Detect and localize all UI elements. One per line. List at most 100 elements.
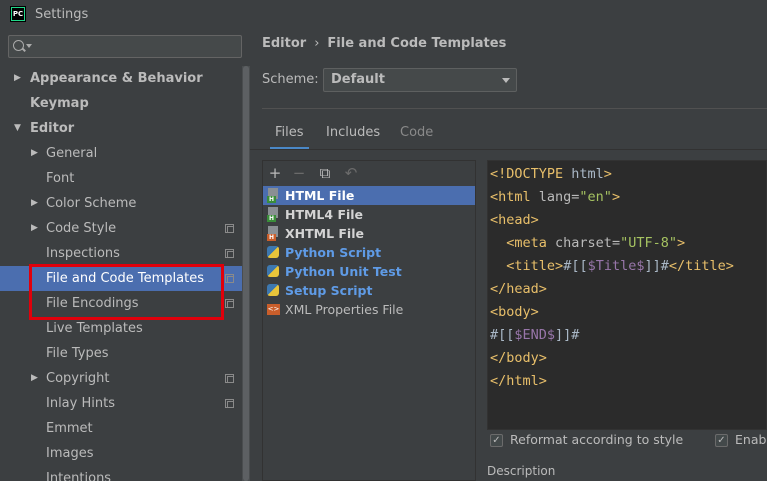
- template-item[interactable]: H XHTML File: [263, 224, 475, 243]
- template-label: Setup Script: [285, 283, 373, 298]
- tab-includes[interactable]: Includes: [326, 120, 380, 150]
- template-code[interactable]: <!DOCTYPE html> <html lang="en"> <head> <m…: [490, 163, 734, 393]
- scheme-label: Scheme:: [262, 72, 319, 87]
- project-scope-icon: [225, 249, 234, 258]
- collapsed-arrow-icon[interactable]: ▶: [31, 191, 43, 216]
- collapsed-arrow-icon[interactable]: ▶: [31, 216, 43, 241]
- python-file-icon: [267, 283, 280, 298]
- sidebar-item-label: Editor: [30, 121, 75, 136]
- sidebar-item-general[interactable]: ▶ General: [0, 141, 242, 166]
- divider: [262, 108, 767, 109]
- project-scope-icon: [225, 274, 234, 283]
- title-bar: PC Settings: [0, 0, 767, 28]
- sidebar-item-label: Images: [46, 446, 94, 461]
- sidebar-item-label: Font: [46, 171, 75, 186]
- window-title: Settings: [35, 6, 89, 22]
- sidebar-item-color-scheme[interactable]: ▶ Color Scheme: [0, 191, 242, 216]
- project-scope-icon: [225, 399, 234, 408]
- sidebar-item-label: File Types: [46, 346, 109, 361]
- sidebar-item-emmet[interactable]: Emmet: [0, 416, 242, 441]
- template-item[interactable]: Setup Script: [263, 281, 475, 300]
- sidebar-item-inlay-hints[interactable]: Inlay Hints: [0, 391, 242, 416]
- html-file-icon: H: [267, 188, 280, 203]
- sidebar-item-label: Inlay Hints: [46, 396, 115, 411]
- settings-content: Editor › File and Code Templates Scheme: D…: [250, 28, 767, 481]
- copy-template-button[interactable]: ⧉: [316, 163, 334, 183]
- project-scope-icon: [225, 224, 234, 233]
- search-icon: [13, 40, 24, 51]
- template-item[interactable]: H HTML File: [263, 186, 475, 205]
- template-label: XHTML File: [285, 226, 364, 241]
- chevron-down-icon[interactable]: [26, 44, 32, 48]
- template-item[interactable]: Python Unit Test: [263, 262, 475, 281]
- sidebar-item-label: Appearance & Behavior: [30, 71, 203, 86]
- sidebar-item-label: Intentions: [46, 471, 112, 481]
- template-options: ✓ Reformat according to style ✓ Enabl: [487, 432, 767, 454]
- sidebar-item-copyright[interactable]: ▶ Copyright: [0, 366, 242, 391]
- template-item[interactable]: H HTML4 File: [263, 205, 475, 224]
- xml-file-icon: <>: [267, 304, 280, 315]
- collapsed-arrow-icon[interactable]: ▶: [14, 66, 26, 91]
- add-template-button[interactable]: +: [266, 163, 284, 183]
- sidebar-item-keymap[interactable]: Keymap: [0, 91, 242, 116]
- template-item[interactable]: Python Script: [263, 243, 475, 262]
- template-label: XML Properties File: [285, 302, 404, 317]
- code-line[interactable]: </head>: [490, 278, 734, 301]
- sidebar-item-images[interactable]: Images: [0, 441, 242, 466]
- project-scope-icon: [225, 374, 234, 383]
- sidebar-item-inspections[interactable]: Inspections: [0, 241, 242, 266]
- code-line[interactable]: </body>: [490, 347, 734, 370]
- template-label: HTML4 File: [285, 207, 364, 222]
- settings-search-input[interactable]: [8, 35, 242, 58]
- reset-template-button[interactable]: ↶: [342, 163, 360, 183]
- template-editor[interactable]: <!DOCTYPE html> <html lang="en"> <head> <m…: [487, 160, 767, 430]
- code-line[interactable]: <html lang="en">: [490, 186, 734, 209]
- sidebar-item-editor[interactable]: ▼ Editor: [0, 116, 242, 141]
- code-line[interactable]: <body>: [490, 301, 734, 324]
- reformat-checkbox[interactable]: ✓: [490, 434, 503, 447]
- sidebar-item-label: Keymap: [30, 96, 89, 111]
- template-item[interactable]: <> XML Properties File: [263, 300, 475, 319]
- template-label: Python Script: [285, 245, 382, 260]
- template-toolbar: + − ⧉ ↶: [263, 161, 475, 185]
- enable-checkbox[interactable]: ✓: [715, 434, 728, 447]
- breadcrumb-current: File and Code Templates: [327, 36, 507, 51]
- collapsed-arrow-icon[interactable]: ▶: [31, 141, 43, 166]
- sidebar-item-label: Color Scheme: [46, 196, 137, 211]
- tab-code[interactable]: Code: [400, 120, 433, 150]
- sidebar-scrollbar[interactable]: [242, 66, 250, 481]
- template-label: Python Unit Test: [285, 264, 402, 279]
- sidebar-item-font[interactable]: Font: [0, 166, 242, 191]
- sidebar-item-file-types[interactable]: File Types: [0, 341, 242, 366]
- python-file-icon: [267, 245, 280, 260]
- code-line[interactable]: </html>: [490, 370, 734, 393]
- sidebar-item-intentions[interactable]: Intentions: [0, 466, 242, 481]
- sidebar-item-label: Code Style: [46, 221, 117, 236]
- scrollbar-thumb[interactable]: [243, 66, 249, 481]
- reformat-label: Reformat according to style: [510, 432, 684, 447]
- sidebar-item-label: General: [46, 146, 98, 161]
- project-scope-icon: [225, 299, 234, 308]
- expanded-arrow-icon[interactable]: ▼: [14, 116, 26, 141]
- code-line[interactable]: <meta charset="UTF-8">: [490, 232, 734, 255]
- collapsed-arrow-icon[interactable]: ▶: [31, 366, 43, 391]
- tab-files[interactable]: Files: [270, 120, 308, 150]
- template-list: H HTML File H HTML4 File H XHTML File Python S…: [263, 186, 475, 319]
- breadcrumb-editor[interactable]: Editor: [262, 36, 306, 51]
- code-line[interactable]: <title>#[[$Title$]]#</title>: [490, 255, 734, 278]
- scheme-dropdown[interactable]: Default: [323, 68, 517, 92]
- code-line[interactable]: <!DOCTYPE html>: [490, 163, 734, 186]
- remove-template-button[interactable]: −: [290, 163, 308, 183]
- sidebar-item-code-style[interactable]: ▶ Code Style: [0, 216, 242, 241]
- scheme-value: Default: [331, 72, 385, 87]
- code-line[interactable]: <head>: [490, 209, 734, 232]
- sidebar-item-label: Inspections: [46, 246, 120, 261]
- tab-divider: [250, 149, 767, 150]
- sidebar-item-appearance-behavior[interactable]: ▶ Appearance & Behavior: [0, 66, 242, 91]
- template-list-pane: + − ⧉ ↶ H HTML File H HTML4 File H XHTML File…: [262, 160, 476, 481]
- breadcrumb-separator: ›: [314, 36, 320, 51]
- breadcrumb: Editor › File and Code Templates: [262, 36, 506, 51]
- python-file-icon: [267, 264, 280, 279]
- code-line[interactable]: #[[$END$]]#: [490, 324, 734, 347]
- description-label: Description: [487, 464, 556, 478]
